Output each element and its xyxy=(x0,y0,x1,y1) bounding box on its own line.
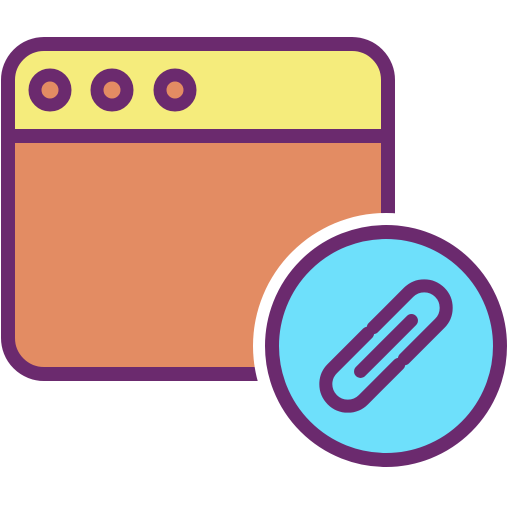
window-dot-1 xyxy=(28,68,72,112)
browser-link-icon xyxy=(1,37,512,479)
link-badge xyxy=(253,213,512,479)
window-dot-2 xyxy=(90,68,134,112)
window-dot-3 xyxy=(153,68,197,112)
browser-link-illustration xyxy=(0,0,512,512)
